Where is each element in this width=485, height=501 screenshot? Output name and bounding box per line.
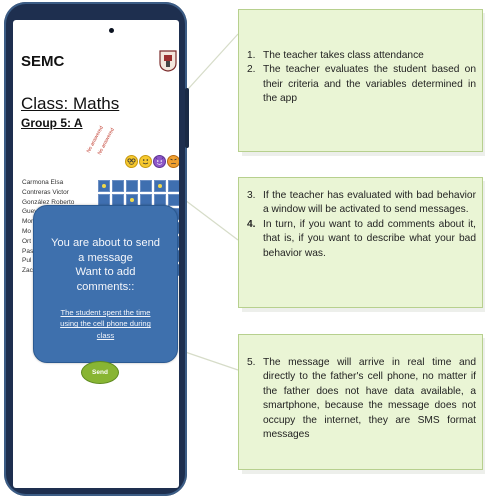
comment-line: using the cell phone during: [60, 319, 151, 329]
callout-item: 5. The message will arrive in real time a…: [239, 356, 476, 442]
dialog-comment-input[interactable]: The student spent the time using the cel…: [40, 307, 171, 341]
callout-item-text: The teacher takes class attendance: [263, 50, 424, 61]
smiling-face-icon[interactable]: [139, 155, 152, 168]
dialog-message-line: comments::: [76, 280, 135, 293]
phone-side-button: [185, 88, 189, 148]
comment-line: class: [96, 330, 115, 340]
callout-item-number: 2.: [247, 64, 256, 76]
group-title: Group 5: A: [21, 116, 83, 130]
student-name[interactable]: Carmona Elsa: [22, 178, 74, 188]
student-name[interactable]: Contreras Victor: [22, 188, 74, 198]
app-title: SEMC: [21, 53, 65, 70]
send-button[interactable]: Send: [81, 361, 119, 384]
grid-cell[interactable]: [112, 180, 124, 192]
callout-box-steps-1-2: 1. The teacher takes class attendance 2. Th…: [238, 9, 483, 152]
glasses-face-icon[interactable]: [125, 155, 138, 168]
callout-box-steps-3-4: 3. If the teacher has evaluated with bad …: [238, 177, 483, 308]
angry-face-icon[interactable]: [167, 155, 179, 168]
callout-item-text: In turn, if you want to add comments abo…: [263, 218, 476, 259]
callout-item-number: 4.: [247, 218, 256, 230]
dialog-message: You are about to send a message Want to …: [34, 236, 177, 294]
callout-item: 1. The teacher takes class attendance: [239, 49, 476, 63]
callout-item-number: 1.: [247, 50, 256, 61]
callout-item-number: 3.: [247, 190, 256, 201]
grid-cell[interactable]: [154, 180, 166, 192]
comment-line: The student spent the time: [60, 308, 151, 317]
grid-cell[interactable]: [168, 180, 179, 192]
class-title: Class: Maths: [21, 94, 120, 113]
callout-item-text: The message will arrive in real time and…: [263, 357, 476, 441]
grid-cell[interactable]: [168, 194, 179, 206]
dialog-message-line: a message: [78, 251, 133, 264]
grid-cell[interactable]: [126, 180, 138, 192]
devil-face-icon[interactable]: [153, 155, 166, 168]
school-logo-icon: [159, 50, 177, 72]
callout-item-text: The teacher evaluates the student based …: [263, 64, 476, 105]
grid-cell[interactable]: [98, 180, 110, 192]
callout-item-number: 5.: [247, 357, 256, 368]
callout-box-step-5: 5. The message will arrive in real time a…: [238, 334, 483, 470]
dialog-message-line: You are about to send: [50, 237, 161, 249]
grid-cell[interactable]: [140, 180, 152, 192]
callout-item: 3. If the teacher has evaluated with bad …: [239, 189, 476, 218]
dialog-message-line: Want to add: [75, 266, 136, 278]
front-camera-icon: [109, 28, 114, 33]
callout-item: 4. In turn, if you want to add comments a…: [239, 218, 476, 261]
behavior-emoji-row: [125, 155, 179, 168]
callout-item-text: If the teacher has evaluated with bad be…: [263, 190, 476, 216]
callout-item: 2. The teacher evaluates the student base…: [239, 63, 476, 106]
send-message-dialog: You are about to send a message Want to …: [33, 205, 178, 384]
